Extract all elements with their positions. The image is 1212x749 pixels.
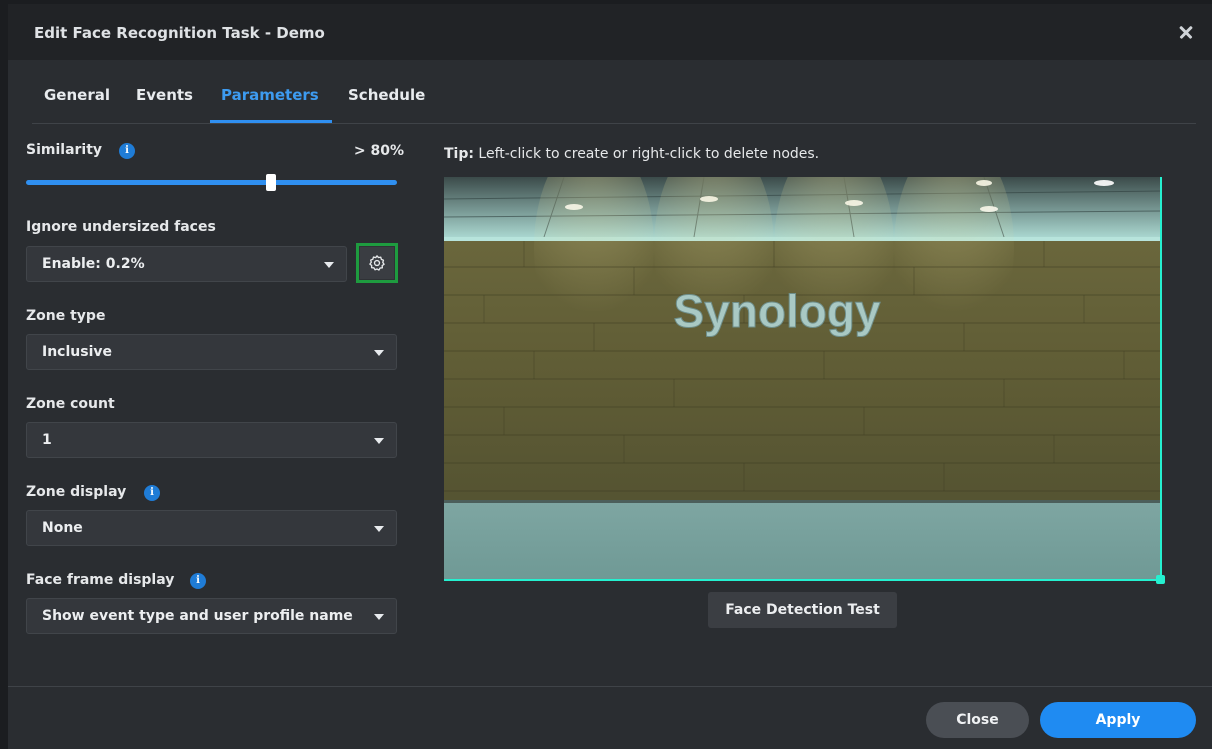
zone-display-label: Zone display [26,484,127,500]
active-tab-indicator [210,120,332,123]
face-frame-label: Face frame display [26,572,175,588]
chevron-down-icon [374,614,384,620]
gear-icon [369,255,385,271]
zone-type-value: Inclusive [42,344,112,360]
similarity-label: Similarity [26,142,103,158]
face-frame-value: Show event type and user profile name [42,608,353,624]
tip-prefix: Tip: [444,146,474,162]
similarity-value: > 80% [353,143,404,159]
zone-display-select[interactable]: None [26,510,397,546]
close-icon[interactable] [1174,20,1198,44]
undersized-label: Ignore undersized faces [26,219,216,235]
info-icon[interactable]: i [190,573,206,589]
chevron-down-icon [374,350,384,356]
face-frame-select[interactable]: Show event type and user profile name [26,598,397,634]
zone-type-select[interactable]: Inclusive [26,334,397,370]
chevron-down-icon [374,526,384,532]
undersized-value: Enable: 0.2% [42,256,145,272]
face-detection-test-button[interactable]: Face Detection Test [708,592,897,628]
zone-display-value: None [42,520,83,536]
zone-count-label: Zone count [26,396,115,412]
tip-text: Tip: Left-click to create or right-click… [444,146,819,162]
dialog-footer: Close Apply [8,686,1212,745]
camera-snapshot-image: Synology [444,177,1162,580]
zone-count-value: 1 [42,432,52,448]
tab-bar: General Events Parameters Schedule [32,60,1196,124]
synology-sign: Synology [673,285,880,337]
zone-type-label: Zone type [26,308,106,324]
close-button[interactable]: Close [926,702,1029,738]
tab-general[interactable]: General [44,86,110,104]
zone-boundary-right[interactable] [1160,177,1162,581]
tab-events[interactable]: Events [136,86,193,104]
chevron-down-icon [374,438,384,444]
zone-count-select[interactable]: 1 [26,422,397,458]
undersized-select[interactable]: Enable: 0.2% [26,246,347,282]
tab-schedule[interactable]: Schedule [348,86,425,104]
info-icon[interactable]: i [144,485,160,501]
similarity-slider-thumb[interactable] [265,174,276,191]
chevron-down-icon [324,262,334,268]
zone-boundary-bottom[interactable] [444,579,1162,581]
apply-button[interactable]: Apply [1040,702,1196,738]
similarity-slider[interactable] [26,180,397,185]
tip-message: Left-click to create or right-click to d… [473,146,820,162]
zone-node-handle[interactable] [1156,575,1165,584]
info-icon[interactable]: i [119,143,135,159]
undersized-settings-button[interactable] [356,243,398,283]
dialog-title: Edit Face Recognition Task - Demo [34,24,325,42]
title-bar: Edit Face Recognition Task - Demo [8,4,1212,60]
camera-preview[interactable]: Synology [444,177,1162,580]
tab-parameters[interactable]: Parameters [221,86,319,104]
